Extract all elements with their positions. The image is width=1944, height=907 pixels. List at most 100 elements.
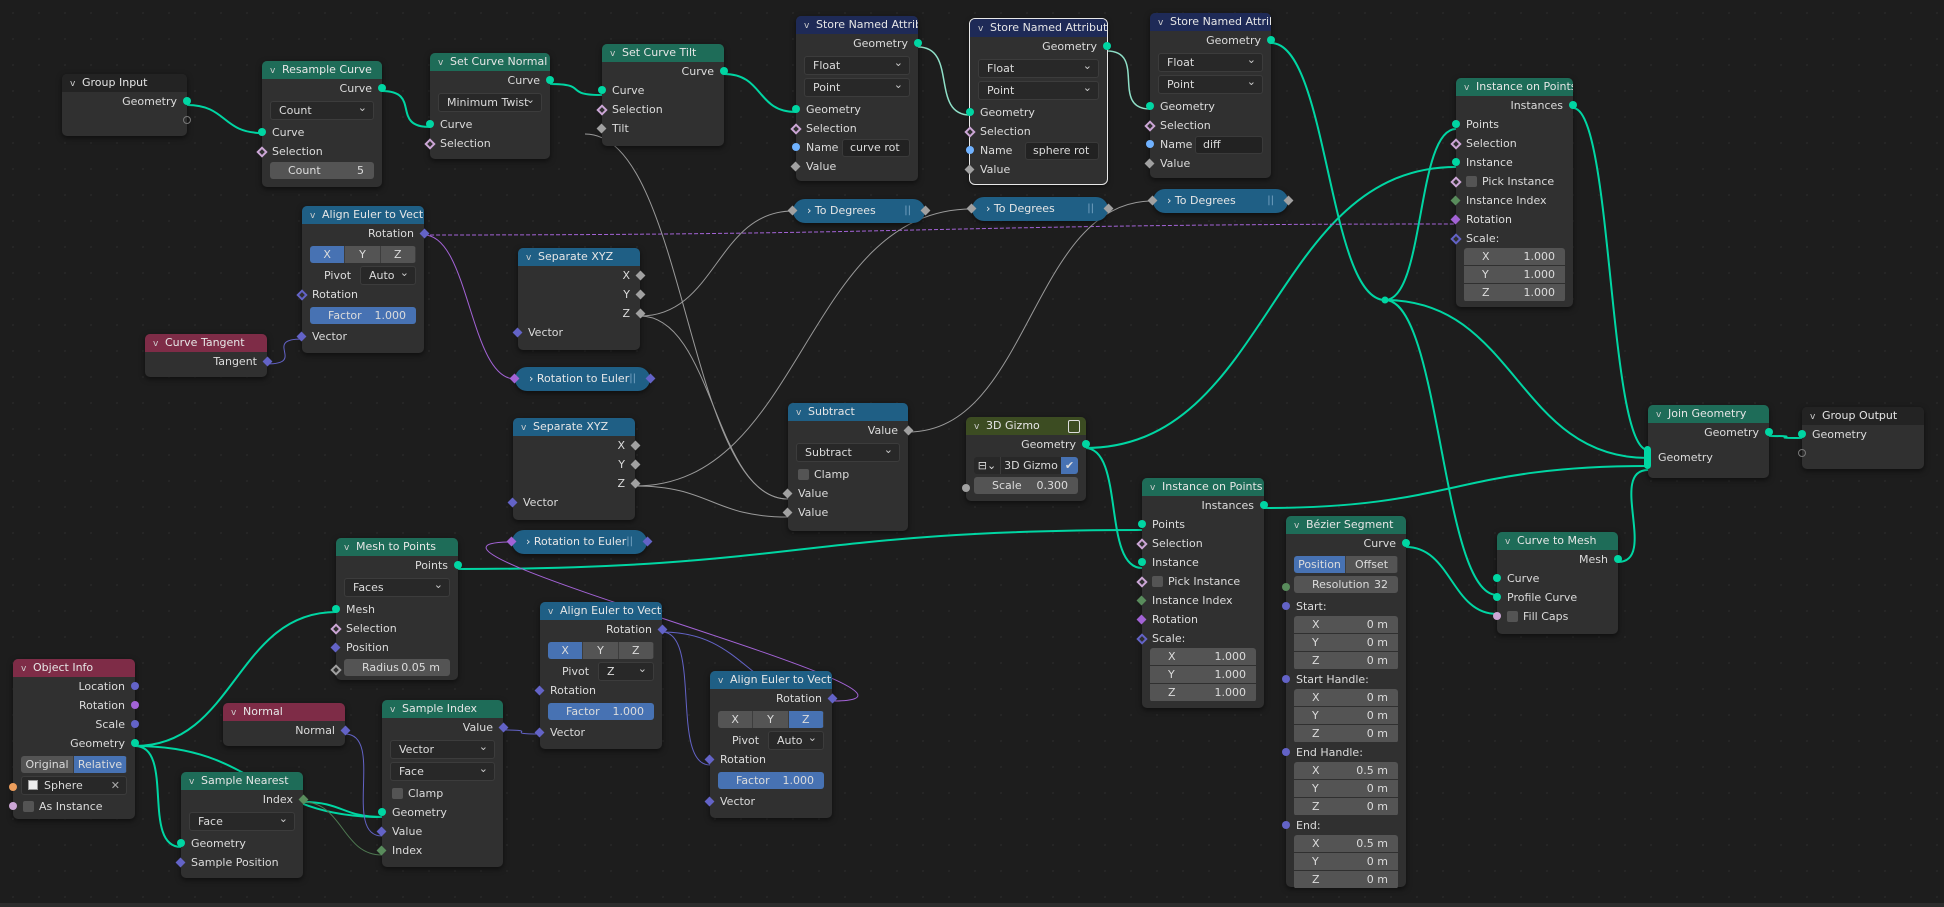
gizmo-selector[interactable]: ⊟⌄ 3D Gizmo ✔ bbox=[974, 457, 1078, 474]
geometry-socket[interactable] bbox=[131, 739, 139, 747]
axis-z-button[interactable]: Z bbox=[380, 246, 416, 263]
scale-vector-field[interactable]: X 1.000 Y 1.000 Z 1.000 bbox=[1464, 248, 1565, 302]
chevron-down-icon[interactable]: v bbox=[521, 419, 533, 436]
chevron-down-icon[interactable]: v bbox=[21, 660, 33, 677]
node-header[interactable]: v Sample Index bbox=[382, 700, 503, 718]
node-curve-tangent[interactable]: v Curve Tangent Tangent bbox=[145, 334, 273, 377]
domain-dropdown[interactable]: Point bbox=[1158, 73, 1263, 94]
node-group-output[interactable]: v Group Output Geometry bbox=[1798, 407, 1924, 469]
geometry-socket[interactable] bbox=[1798, 430, 1806, 438]
node-header[interactable]: v Object Info bbox=[13, 659, 135, 677]
string-socket[interactable] bbox=[1146, 140, 1154, 148]
chevron-down-icon[interactable]: v bbox=[548, 603, 560, 620]
node-join-geometry[interactable]: v Join Geometry Geometry Geometry bbox=[1644, 405, 1773, 478]
factor-field[interactable]: Factor 1.000 bbox=[310, 307, 416, 324]
chevron-down-icon[interactable]: v bbox=[974, 418, 986, 435]
node-header[interactable]: v Join Geometry bbox=[1648, 405, 1769, 423]
node-bezier-segment[interactable]: v Bézier Segment Curve Position Offset Res… bbox=[1282, 516, 1410, 888]
scale-vector-field[interactable]: X 1.000 Y 1.000 Z 1.000 bbox=[1150, 648, 1256, 702]
axis-toggle[interactable]: XYZ bbox=[718, 711, 824, 728]
chevron-down-icon[interactable]: v bbox=[390, 701, 402, 718]
node-align-euler-to-vector[interactable]: v Align Euler to Vector Rotation XYZ Pivo… bbox=[704, 671, 838, 818]
node-rotation-to-euler[interactable]: › Rotation to Euler || bbox=[509, 367, 656, 391]
chevron-down-icon[interactable]: v bbox=[1150, 479, 1162, 496]
geometry-socket[interactable] bbox=[1138, 520, 1146, 528]
node-header[interactable]: v Align Euler to Vector bbox=[302, 206, 424, 224]
scale-y-field[interactable]: Y 1.000 bbox=[1464, 266, 1565, 283]
y-field[interactable]: Y 0 m bbox=[1294, 634, 1398, 651]
curve-socket[interactable] bbox=[546, 76, 554, 84]
string-socket[interactable] bbox=[966, 146, 974, 154]
count-field[interactable]: Count 5 bbox=[270, 162, 374, 179]
chevron-down-icon[interactable]: v bbox=[189, 773, 201, 790]
node-header[interactable]: v Normal bbox=[223, 703, 345, 721]
chevron-down-icon[interactable]: v bbox=[1158, 14, 1170, 31]
geometry-socket[interactable] bbox=[1082, 440, 1090, 448]
mode-dropdown[interactable]: Count bbox=[270, 99, 374, 120]
axis-toggle[interactable]: XYZ bbox=[548, 642, 654, 659]
z-field[interactable]: Z 0 m bbox=[1294, 871, 1398, 888]
node-set-curve-tilt[interactable]: v Set Curve Tilt Curve Curve Selection Ti… bbox=[596, 44, 728, 146]
axis-x-button[interactable]: X bbox=[310, 246, 346, 263]
curve-socket[interactable] bbox=[1402, 539, 1410, 547]
pivot-dropdown[interactable]: Auto bbox=[768, 729, 824, 750]
node-header[interactable]: v Separate XYZ bbox=[518, 248, 640, 266]
geometry-socket[interactable] bbox=[1260, 501, 1268, 509]
node-header[interactable]: v Set Curve Tilt bbox=[602, 44, 724, 62]
name-input[interactable]: diff bbox=[1195, 136, 1263, 154]
close-icon[interactable]: ✕ bbox=[111, 777, 120, 794]
node-store-named-attribute-selected[interactable]: vStore Named Attribute Geometry Float Po… bbox=[964, 18, 1111, 185]
clamp-checkbox[interactable] bbox=[798, 469, 809, 480]
node-header[interactable]: v Instance on Points bbox=[1142, 478, 1264, 496]
transform-space-toggle[interactable]: Original Relative bbox=[21, 756, 127, 773]
geometry-socket[interactable] bbox=[1452, 120, 1460, 128]
node-header[interactable]: v Align Euler to Vector bbox=[710, 671, 832, 689]
domain-dropdown[interactable]: Point bbox=[978, 79, 1099, 100]
chevron-down-icon[interactable]: v bbox=[978, 20, 990, 37]
type-dropdown[interactable]: Vector bbox=[390, 738, 495, 759]
curve-socket[interactable] bbox=[426, 120, 434, 128]
rotation-socket[interactable] bbox=[131, 701, 139, 709]
domain-dropdown[interactable]: Point bbox=[804, 76, 910, 97]
node-header[interactable]: v Group Input bbox=[62, 74, 187, 92]
pick-instance-checkbox[interactable] bbox=[1152, 576, 1163, 587]
curve-socket[interactable] bbox=[1493, 574, 1501, 582]
vector-socket[interactable] bbox=[1282, 602, 1290, 610]
scale-field[interactable]: Scale 0.300 bbox=[974, 477, 1078, 494]
node-header[interactable]: vStore Named Attrib... bbox=[1150, 13, 1271, 31]
x-field[interactable]: X 0 m bbox=[1294, 689, 1398, 706]
node-header[interactable]: v Curve Tangent bbox=[145, 334, 267, 352]
node-normal[interactable]: v Normal Normal bbox=[223, 703, 351, 746]
axis-y-button[interactable]: Y bbox=[345, 246, 381, 263]
axis-x-button[interactable]: X bbox=[718, 711, 754, 728]
node-instance-on-points[interactable]: v Instance on Points Instances Points Sel… bbox=[1136, 478, 1268, 708]
vector-socket[interactable] bbox=[1282, 748, 1290, 756]
x-field[interactable]: X 0 m bbox=[1294, 616, 1398, 633]
original-button[interactable]: Original bbox=[21, 756, 74, 773]
pivot-dropdown[interactable]: Auto bbox=[360, 264, 416, 285]
chevron-right-icon[interactable]: › bbox=[526, 535, 530, 548]
shield-icon[interactable]: ✔ bbox=[1061, 457, 1078, 474]
int-socket[interactable] bbox=[1282, 583, 1290, 591]
y-field[interactable]: Y 0 m bbox=[1294, 780, 1398, 797]
node-sample-nearest[interactable]: vSample Nearest Index Face Geometry Samp… bbox=[175, 772, 309, 878]
node-align-euler-to-vector[interactable]: v Align Euler to Vector Rotation XYZ Pivo… bbox=[534, 602, 668, 749]
node-group-input[interactable]: v Group Input Geometry bbox=[62, 74, 191, 136]
axis-toggle[interactable]: XYZ bbox=[310, 246, 416, 263]
x-field[interactable]: X 0.5 m bbox=[1294, 835, 1398, 852]
gizmo-name-field[interactable]: 3D Gizmo bbox=[1001, 457, 1061, 474]
node-3d-gizmo[interactable]: v 3D Gizmo Geometry ⊟⌄ 3D Gizmo ✔ Scale 0.… bbox=[962, 417, 1090, 501]
node-rotation-to-euler[interactable]: › Rotation to Euler || bbox=[506, 530, 653, 554]
position-button[interactable]: Position bbox=[1294, 556, 1346, 573]
start-handle-vector-field[interactable]: X 0 m Y 0 m Z 0 m bbox=[1294, 689, 1398, 743]
chevron-down-icon[interactable]: v bbox=[231, 704, 243, 721]
curve-socket[interactable] bbox=[258, 128, 266, 136]
mode-toggle[interactable]: Position Offset bbox=[1294, 556, 1398, 573]
geometry-socket[interactable] bbox=[378, 808, 386, 816]
geometry-socket[interactable] bbox=[966, 108, 974, 116]
chevron-down-icon[interactable]: v bbox=[153, 335, 165, 352]
domain-dropdown[interactable]: Face bbox=[390, 760, 495, 781]
curve-socket[interactable] bbox=[720, 67, 728, 75]
fill-caps-checkbox[interactable] bbox=[1507, 611, 1518, 622]
chevron-down-icon[interactable]: v bbox=[70, 75, 82, 92]
